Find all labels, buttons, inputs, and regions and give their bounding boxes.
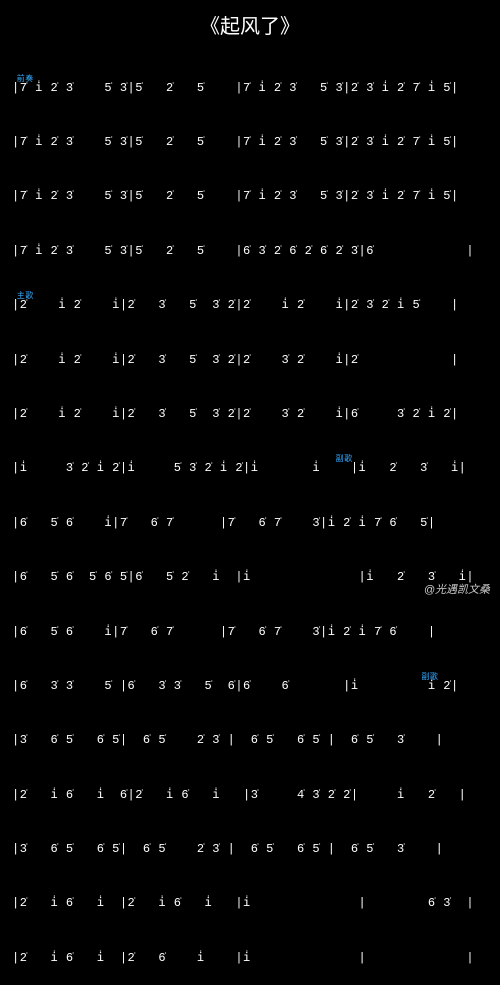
sheet-row: |6̇ 5̇ 6̇ 5̇ 6̇ 5̇|6̇ 5̇ 2̇ i̇ |i̇ |i̇ 2…: [12, 567, 488, 588]
sheet-row: |7̇ i̇ 2̇ 3̇ 5̇ 3̇|5̇ 2̇ 5̇ |7̇ i̇ 2̇ 3̇…: [12, 132, 488, 153]
sheet-row: |2̇ i̇ 6̇ i̇ |2̇ 6̇ i̇ |i̇ | |: [12, 948, 488, 969]
music-sheet: |7̇ i̇ 2̇ 3̇ 5̇ 3̇|5̇ 2̇ 5̇ |7̇ i̇ 2̇ 3̇…: [0, 44, 500, 985]
song-title: 《起风了》: [0, 0, 500, 44]
sheet-row: |i̇ 3̇ 2̇ i̇ 2̇|i̇ 5̇ 3̇ 2̇ i̇ 2̇|i̇ i̇ …: [12, 458, 488, 479]
section-label: 前奏: [17, 74, 34, 85]
sheet-row: |7̇ i̇ 2̇ 3̇ 5̇ 3̇|5̇ 2̇ 5̇ |7̇ i̇ 2̇ 3̇…: [12, 78, 488, 99]
section-label: 副歌: [336, 454, 353, 465]
section-label: 主歌: [17, 291, 34, 302]
sheet-row: |2̇ i̇ 2̇ i̇|2̇ 3̇ 5̇ 3̇ 2̇|2̇ 3̇ 2̇ i̇|…: [12, 404, 488, 425]
sheet-row: |6̇ 5̇ 6̇ i̇|7̇ 6̇ 7̇ |7̇ 6̇ 7̇ 3̇|i̇ 2̇…: [12, 622, 488, 643]
sheet-row: |7̇ i̇ 2̇ 3̇ 5̇ 3̇|5̇ 2̇ 5̇ |7̇ i̇ 2̇ 3̇…: [12, 186, 488, 207]
author-credit: @光遇凯文桑: [424, 581, 490, 597]
sheet-row: |2̇ i̇ 2̇ i̇|2̇ 3̇ 5̇ 3̇ 2̇|2̇ 3̇ 2̇ i̇|…: [12, 350, 488, 371]
sheet-row: |3̇ 6̇ 5̇ 6̇ 5̇| 6̇ 5̇ 2̇ 3̇ | 6̇ 5̇ 6̇ …: [12, 730, 488, 751]
sheet-row: |3̇ 6̇ 5̇ 6̇ 5̇| 6̇ 5̇ 2̇ 3̇ | 6̇ 5̇ 6̇ …: [12, 839, 488, 860]
sheet-row: |2̇ i̇ 2̇ i̇|2̇ 3̇ 5̇ 3̇ 2̇|2̇ i̇ 2̇ i̇|…: [12, 295, 488, 316]
sheet-row: |7̇ i̇ 2̇ 3̇ 5̇ 3̇|5̇ 2̇ 5̇ |6̇ 3̇ 2̇ 6̇…: [12, 241, 488, 262]
sheet-row: |6̇ 3̇ 3̇ 5̇ |6̇ 3̇ 3̇ 5̇ 6̇|6̇ 6̇ |i̇ i…: [12, 676, 488, 697]
sheet-row: |2̇ i̇ 6̇ i̇ 6̇|2̇ i̇ 6̇ i̇ |3̇ 4̇ 3̇ 2̇…: [12, 785, 488, 806]
sheet-row: |2̇ i̇ 6̇ i̇ |2̇ i̇ 6̇ i̇ |i̇ | 6̇ 3̇ |: [12, 893, 488, 914]
section-label: 副歌: [421, 672, 438, 683]
sheet-row: |6̇ 5̇ 6̇ i̇|7̇ 6̇ 7̇ |7̇ 6̇ 7̇ 3̇|i̇ 2̇…: [12, 513, 488, 534]
